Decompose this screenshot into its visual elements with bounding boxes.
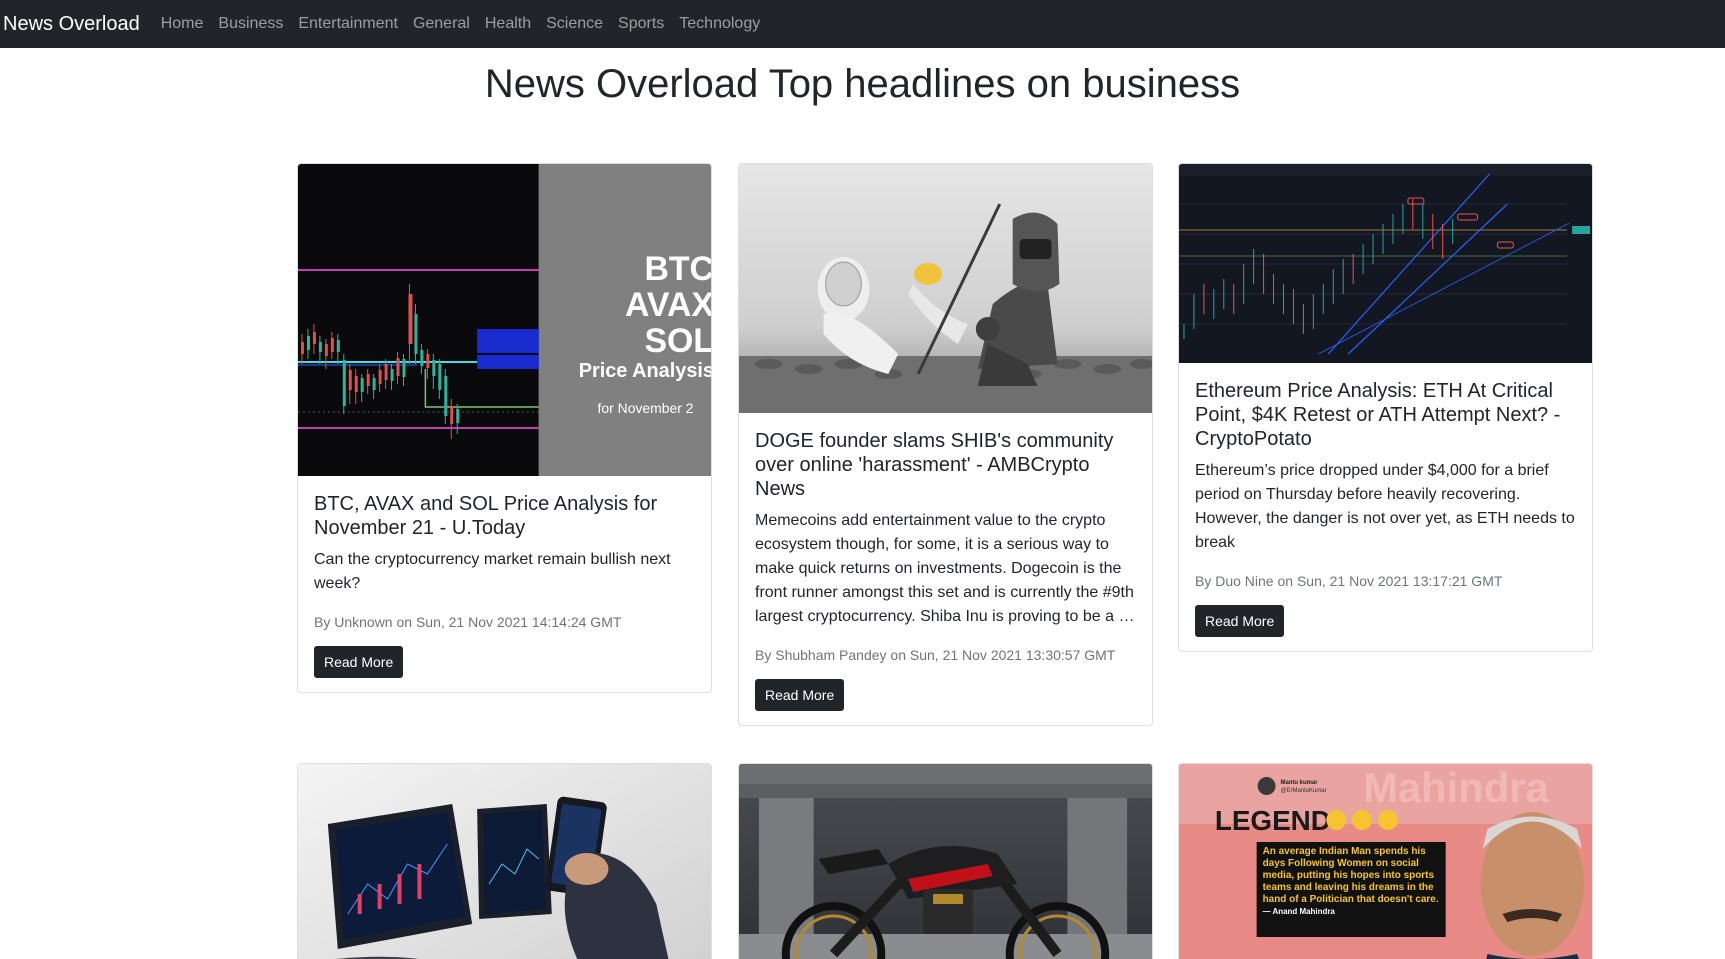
image-headline: LEGEND [1215,805,1331,836]
nav-technology[interactable]: Technology [679,15,760,33]
nav-home[interactable]: Home [161,15,204,33]
read-more-button[interactable]: Read More [755,679,845,711]
article-description: Ethereum’s price dropped under $4,000 fo… [1195,462,1575,551]
news-card: DOGE founder slams SHIB's community over… [738,163,1153,726]
image-handle: @ErMantuKumar [1281,788,1327,794]
article-meta: By Duo Nine on Sun, 21 Nov 2021 13:17:21… [1195,573,1503,589]
article-title: DOGE founder slams SHIB's community over… [755,430,1114,500]
article-image[interactable] [298,764,711,959]
image-quote: An average Indian Man spends his days Fo… [1262,846,1439,905]
nav-sports[interactable]: Sports [618,15,664,33]
article-image[interactable]: Mahindra Mantu kumar @ErMantuKumar LEGEN… [1179,764,1592,959]
page-title: News Overload Top headlines on business [484,62,1241,106]
image-text-line1: BTC [644,250,711,288]
nav-business[interactable]: Business [218,15,283,33]
news-card: Mahindra Mantu kumar @ErMantuKumar LEGEN… [1178,763,1593,959]
article-meta: By Unknown on Sun, 21 Nov 2021 14:14:24 … [314,614,622,630]
nav-entertainment[interactable]: Entertainment [298,15,398,33]
image-text-line5: for November 2 [598,400,694,416]
article-description: Can the cryptocurrency market remain bul… [314,551,671,592]
read-more-button[interactable]: Read More [314,646,404,678]
news-card: BTC AVAX SOL Price Analysis for November… [297,163,712,693]
article-image[interactable]: BTC AVAX SOL Price Analysis for November… [298,164,711,476]
nav-science[interactable]: Science [546,15,603,33]
read-more-button[interactable]: Read More [1195,605,1285,637]
image-handle-name: Mantu kumar [1281,780,1319,786]
article-title: Ethereum Price Analysis: ETH At Critical… [1195,380,1561,450]
article-description: Memecoins add entertainment value to the… [755,512,1135,625]
image-text-line4: Price Analysis [579,360,711,382]
image-attribution: — Anand Mahindra [1262,907,1335,916]
article-image[interactable] [1179,164,1592,363]
article-meta: By Shubham Pandey on Sun, 21 Nov 2021 13… [755,647,1116,663]
image-bg-word: Mahindra [1363,764,1549,811]
brand-link[interactable]: News Overload [3,13,140,36]
news-card: Ethereum Price Analysis: ETH At Critical… [1178,163,1593,652]
image-text-line3: SOL [644,322,711,360]
nav-health[interactable]: Health [485,15,531,33]
news-card [297,763,712,959]
image-text-line2: AVAX [625,286,711,324]
article-image[interactable] [739,764,1152,959]
nav-general[interactable]: General [413,15,470,33]
article-image[interactable] [739,164,1152,413]
navbar: News Overload Home Business Entertainmen… [0,0,1725,48]
article-title: BTC, AVAX and SOL Price Analysis for Nov… [314,493,658,539]
news-card [738,763,1153,959]
